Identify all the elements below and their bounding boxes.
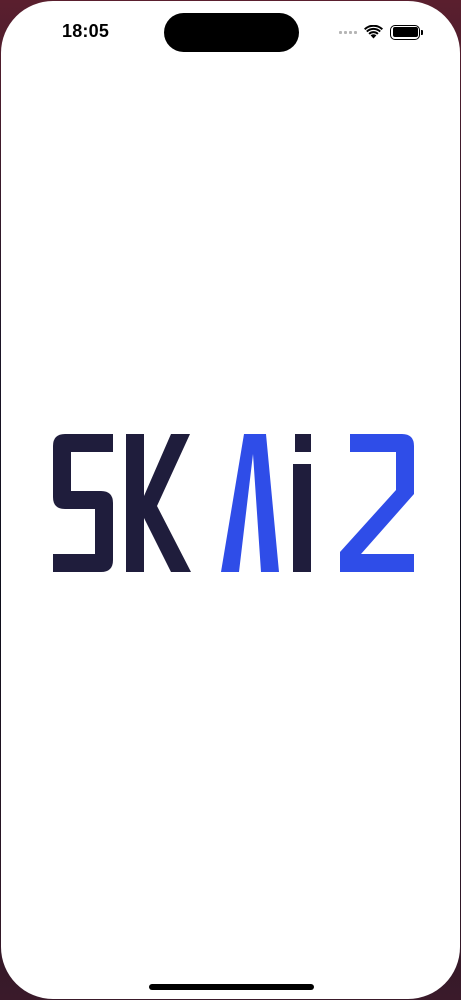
cellular-signal-icon bbox=[339, 30, 357, 34]
dynamic-island bbox=[164, 13, 299, 52]
logo-letter-i-stem bbox=[293, 464, 311, 572]
logo-letter-s bbox=[53, 434, 113, 572]
skai2-logo bbox=[53, 434, 414, 572]
battery-icon bbox=[390, 24, 423, 40]
wifi-icon bbox=[364, 25, 383, 39]
logo-letter-k bbox=[126, 434, 191, 572]
status-time: 18:05 bbox=[62, 21, 110, 41]
status-bar: 18:05 bbox=[1, 1, 460, 63]
home-indicator[interactable] bbox=[149, 984, 314, 990]
status-icons bbox=[339, 23, 423, 41]
device-frame: 18:05 bbox=[0, 0, 461, 1000]
logo-letter-i-dot bbox=[295, 434, 311, 452]
logo-digit-2 bbox=[340, 434, 414, 572]
screen: 18:05 bbox=[1, 1, 460, 999]
logo-letter-a bbox=[221, 434, 279, 572]
